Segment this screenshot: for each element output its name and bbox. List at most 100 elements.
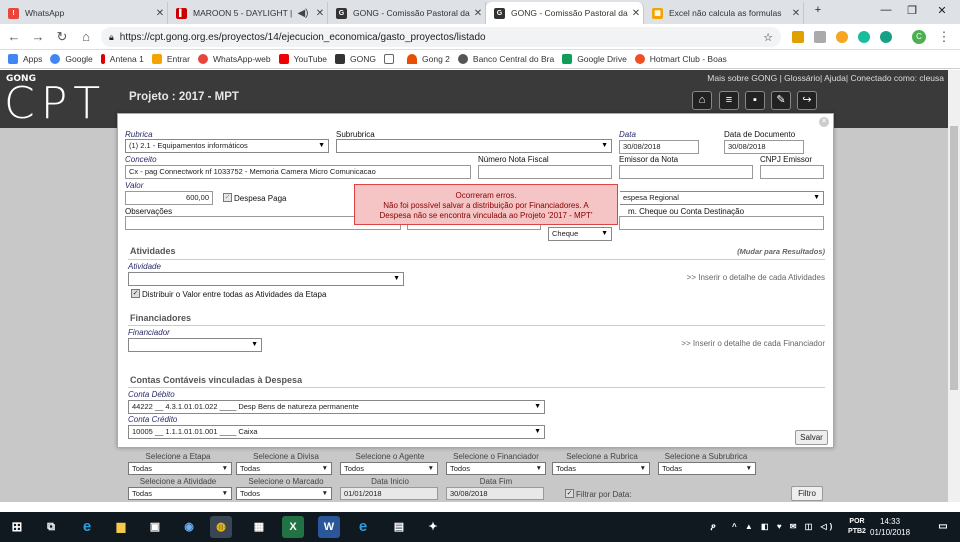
- close-icon[interactable]: ✕: [153, 8, 167, 19]
- close-icon[interactable]: ✕: [819, 117, 829, 127]
- scrollbar-thumb[interactable]: [950, 126, 958, 390]
- bookmark-whatsapp-web[interactable]: WhatsApp-web: [197, 54, 271, 64]
- financiador-select[interactable]: [128, 338, 262, 352]
- subrubrica-filter-select[interactable]: Todas: [658, 462, 756, 475]
- forward-button[interactable]: →: [30, 29, 46, 45]
- agente-select[interactable]: Todos: [340, 462, 438, 475]
- despesa-paga-checkbox[interactable]: ✓: [223, 193, 232, 202]
- etapa-select[interactable]: Todas: [128, 462, 232, 475]
- url-input[interactable]: 🔒︎ https://cpt.gong.org.es/proyectos/14/…: [101, 27, 781, 47]
- close-icon[interactable]: ✕: [471, 8, 485, 19]
- word-icon[interactable]: W: [318, 516, 340, 538]
- back-button[interactable]: ←: [6, 29, 22, 45]
- bookmark-page[interactable]: [384, 54, 399, 64]
- divisa-select[interactable]: Todas: [236, 462, 332, 475]
- logo[interactable]: CPT: [4, 81, 106, 127]
- wrench-icon[interactable]: ✎: [771, 91, 791, 110]
- profile-avatar[interactable]: C: [912, 30, 926, 44]
- bookmark-antena1[interactable]: Antena 1: [100, 54, 144, 64]
- windows-start-icon[interactable]: ⊞: [6, 516, 28, 538]
- tab-gong-active[interactable]: G GONG - Comissão Pastoral da ✕: [486, 2, 644, 24]
- bookmark-apps[interactable]: Apps: [8, 54, 42, 64]
- rubrica-select[interactable]: (1) 2.1 - Equipamentos informáticos: [125, 139, 329, 153]
- cheque-input[interactable]: [619, 216, 824, 230]
- valor-input[interactable]: 600,00: [125, 191, 213, 205]
- system-tray-icons[interactable]: ^ ▲ ◧ ♥ ✉ ◫ ◁): [732, 516, 842, 538]
- conta-credito-select[interactable]: 10005 __ 1.1.1.01.01.001 ____ Caixa: [128, 425, 545, 439]
- close-window-button[interactable]: ✕: [932, 4, 952, 20]
- forma-pagamento-select[interactable]: Cheque: [548, 227, 612, 241]
- save-icon[interactable]: ▪: [745, 91, 765, 110]
- clock[interactable]: 14:33 01/10/2018: [870, 516, 910, 538]
- tab-maroon5[interactable]: ▌ MAROON 5 - DAYLIGHT | ◀) ✕: [168, 2, 328, 24]
- extension-icon[interactable]: [880, 31, 892, 43]
- excel-icon[interactable]: X: [282, 516, 304, 538]
- home-button[interactable]: ⌂: [78, 29, 94, 45]
- store-icon[interactable]: ▣: [144, 516, 166, 538]
- extension-icon[interactable]: [858, 31, 870, 43]
- inserir-atividades-link[interactable]: >> Inserir o detalhe de cada Atividades: [687, 273, 825, 282]
- ie-icon[interactable]: e: [352, 516, 374, 538]
- menu-icon[interactable]: ⋮: [936, 29, 952, 45]
- rubrica-filter-select[interactable]: Todas: [552, 462, 650, 475]
- bookmark-banco-central[interactable]: Banco Central do Bra: [457, 54, 554, 64]
- people-icon[interactable]: ዖ: [702, 516, 724, 538]
- conta-debito-select[interactable]: 44222 __ 4.3.1.01.01.022 ____ Desp Bens …: [128, 400, 545, 414]
- data-input[interactable]: 30/08/2018: [619, 140, 699, 154]
- minimize-button[interactable]: —: [876, 4, 896, 20]
- data-fim-input[interactable]: 30/08/2018: [446, 487, 544, 500]
- extension-icon[interactable]: [792, 31, 804, 43]
- subrubrica-select[interactable]: [336, 139, 612, 153]
- bookmark-google[interactable]: Google: [50, 54, 93, 64]
- database-icon[interactable]: ≡: [719, 91, 739, 110]
- atividade-select[interactable]: [128, 272, 404, 286]
- new-tab-button[interactable]: +: [808, 4, 828, 20]
- financiador-select[interactable]: Todos: [446, 462, 546, 475]
- task-view-icon[interactable]: ⧉: [40, 516, 62, 538]
- pais-select[interactable]: espesa Regional: [620, 191, 824, 205]
- language-indicator[interactable]: POR PTB2: [846, 516, 868, 538]
- audio-icon[interactable]: ◀): [293, 8, 313, 19]
- edge-icon[interactable]: e: [76, 516, 98, 538]
- filtro-button[interactable]: Filtro: [791, 486, 823, 501]
- close-icon[interactable]: ✕: [789, 8, 803, 19]
- cnpj-input[interactable]: [760, 165, 824, 179]
- inserir-financiador-link[interactable]: >> Inserir o detalhe de cada Financiador: [681, 339, 825, 348]
- salvar-button[interactable]: Salvar: [795, 430, 828, 445]
- tab-whatsapp[interactable]: ! WhatsApp ✕: [0, 2, 168, 24]
- data-inicio-input[interactable]: 01/01/2018: [340, 487, 438, 500]
- bookmark-gong[interactable]: GONG: [335, 54, 376, 64]
- tab-gong-1[interactable]: G GONG - Comissão Pastoral da ✕: [328, 2, 486, 24]
- close-icon[interactable]: ✕: [313, 8, 327, 19]
- top-links[interactable]: Mais sobre GONG | Glossário| Ajuda| Cone…: [707, 73, 944, 83]
- extension-icon[interactable]: [836, 31, 848, 43]
- app-icon[interactable]: ▤: [388, 516, 410, 538]
- chrome-icon[interactable]: ◍: [210, 516, 232, 538]
- emissor-input[interactable]: [619, 165, 753, 179]
- bookmark-gong2[interactable]: Gong 2: [407, 54, 450, 64]
- bookmark-entrar[interactable]: Entrar: [151, 54, 190, 64]
- close-icon[interactable]: ✕: [629, 8, 643, 19]
- app-icon[interactable]: ✦: [422, 516, 444, 538]
- app-icon[interactable]: ◉: [178, 516, 200, 538]
- bookmark-google-drive[interactable]: Google Drive: [562, 54, 627, 64]
- notification-icon[interactable]: ▭: [932, 516, 954, 538]
- calculator-icon[interactable]: ▦: [248, 516, 270, 538]
- filtrar-data-checkbox[interactable]: ✓: [565, 489, 574, 498]
- nota-fiscal-input[interactable]: [478, 165, 612, 179]
- atividade-filter-select[interactable]: Todas: [128, 487, 232, 500]
- bookmark-youtube[interactable]: YouTube: [278, 54, 327, 64]
- bookmark-star-icon[interactable]: ☆: [763, 31, 773, 44]
- restore-button[interactable]: ❐: [902, 4, 922, 20]
- reload-button[interactable]: ↻: [54, 29, 70, 45]
- conceito-input[interactable]: Cx - pag Connectwork nf 1033752 - Memori…: [125, 165, 471, 179]
- data-documento-input[interactable]: 30/08/2018: [724, 140, 804, 154]
- bookmark-hotmart[interactable]: Hotmart Club - Boas: [634, 54, 727, 64]
- tab-excel[interactable]: ▦ Excel não calcula as formulas ✕: [644, 2, 804, 24]
- marcado-select[interactable]: Todos: [236, 487, 332, 500]
- extension-icon[interactable]: [814, 31, 826, 43]
- home-icon[interactable]: ⌂: [692, 91, 712, 110]
- mudar-resultados-link[interactable]: (Mudar para Resultados): [737, 247, 825, 256]
- folder-icon[interactable]: ▆: [110, 516, 132, 538]
- user-exit-icon[interactable]: ↪: [797, 91, 817, 110]
